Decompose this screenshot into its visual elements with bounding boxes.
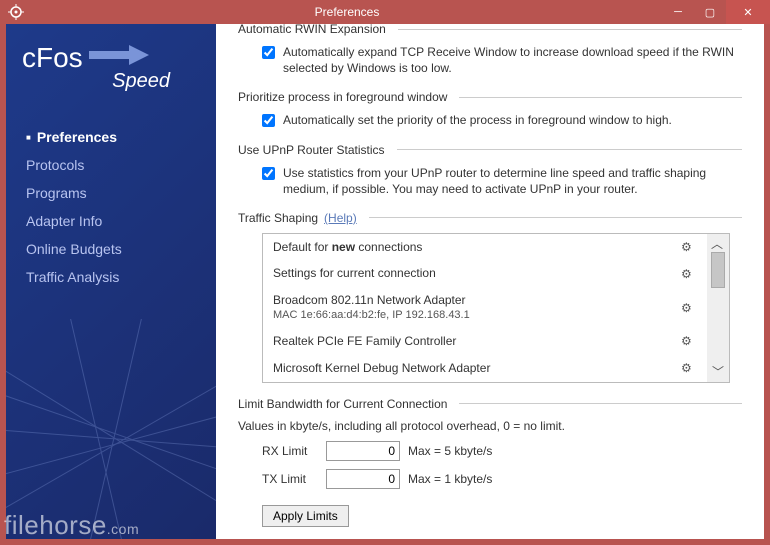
- rx-limit-row: RX Limit Max = 5 kbyte/s: [238, 441, 742, 461]
- gear-icon[interactable]: ⚙: [681, 361, 697, 375]
- shaping-header-text: Traffic Shaping: [238, 211, 318, 225]
- logo: cFos Speed: [6, 24, 216, 103]
- rx-label: RX Limit: [262, 444, 318, 458]
- scrollbar[interactable]: ︿ ﹀: [707, 234, 729, 382]
- scroll-thumb[interactable]: [711, 252, 725, 288]
- rx-max: Max = 5 kbyte/s: [408, 444, 492, 458]
- rwin-checkbox[interactable]: [262, 46, 275, 59]
- close-button[interactable]: ✕: [726, 0, 770, 24]
- rwin-checkbox-row: Automatically expand TCP Receive Window …: [238, 44, 742, 76]
- section-rwin-header: Automatic RWIN Expansion: [238, 24, 742, 36]
- nav-protocols[interactable]: Protocols: [26, 151, 216, 179]
- adapter-row-realtek[interactable]: Realtek PCIe FE Family Controller ⚙: [263, 328, 707, 354]
- logo-text-top: cFos: [22, 42, 83, 74]
- minimize-button[interactable]: ─: [662, 0, 694, 24]
- gear-icon[interactable]: ⚙: [681, 267, 697, 281]
- upnp-label: Use statistics from your UPnP router to …: [283, 165, 742, 197]
- adapter-row-current[interactable]: Settings for current connection ⚙: [263, 260, 707, 286]
- shaping-help-link[interactable]: (Help): [324, 211, 357, 225]
- section-bandwidth-header: Limit Bandwidth for Current Connection: [238, 397, 742, 411]
- nav-online-budgets[interactable]: Online Budgets: [26, 235, 216, 263]
- scroll-down-icon[interactable]: ﹀: [712, 366, 724, 378]
- gear-icon[interactable]: ⚙: [681, 301, 697, 315]
- nav: Preferences Protocols Programs Adapter I…: [6, 123, 216, 291]
- foreground-checkbox-row: Automatically set the priority of the pr…: [238, 112, 742, 128]
- adapter-list: Default for new connections ⚙ Settings f…: [263, 234, 707, 382]
- upnp-checkbox[interactable]: [262, 167, 275, 180]
- window-title: Preferences: [32, 5, 662, 19]
- titlebar: Preferences ─ ▢ ✕: [0, 0, 770, 24]
- nav-programs[interactable]: Programs: [26, 179, 216, 207]
- main-panel: Automatic RWIN Expansion Automatically e…: [216, 24, 764, 539]
- foreground-label: Automatically set the priority of the pr…: [283, 112, 742, 128]
- nav-traffic-analysis[interactable]: Traffic Analysis: [26, 263, 216, 291]
- section-upnp-header: Use UPnP Router Statistics: [238, 143, 742, 157]
- tx-label: TX Limit: [262, 472, 318, 486]
- adapter-row-default[interactable]: Default for new connections ⚙: [263, 234, 707, 260]
- scroll-up-icon[interactable]: ︿: [711, 238, 725, 250]
- sidebar: cFos Speed Preferences Protocols Program…: [6, 24, 216, 539]
- preferences-window: Preferences ─ ▢ ✕ cFos Speed Preferences…: [0, 0, 770, 545]
- arrow-icon: [89, 43, 149, 67]
- tx-input[interactable]: [326, 469, 400, 489]
- upnp-checkbox-row: Use statistics from your UPnP router to …: [238, 165, 742, 197]
- tx-limit-row: TX Limit Max = 1 kbyte/s: [238, 469, 742, 489]
- window-controls: ─ ▢ ✕: [662, 0, 770, 24]
- nav-adapter-info[interactable]: Adapter Info: [26, 207, 216, 235]
- rwin-label: Automatically expand TCP Receive Window …: [283, 44, 742, 76]
- section-shaping-header: Traffic Shaping (Help): [238, 211, 742, 225]
- adapter-row-broadcom[interactable]: Broadcom 802.11n Network Adapter MAC 1e:…: [263, 287, 707, 329]
- gear-icon[interactable]: ⚙: [681, 240, 697, 254]
- app-icon: [8, 4, 24, 20]
- decorative-lines: [6, 319, 216, 539]
- apply-limits-button[interactable]: Apply Limits: [262, 505, 349, 527]
- section-foreground-header: Prioritize process in foreground window: [238, 90, 742, 104]
- nav-preferences[interactable]: Preferences: [26, 123, 216, 151]
- adapter-list-box: Default for new connections ⚙ Settings f…: [262, 233, 730, 383]
- adapter-row-msdebug[interactable]: Microsoft Kernel Debug Network Adapter ⚙: [263, 355, 707, 381]
- tx-max: Max = 1 kbyte/s: [408, 472, 492, 486]
- bandwidth-subtext: Values in kbyte/s, including all protoco…: [238, 419, 742, 433]
- rx-input[interactable]: [326, 441, 400, 461]
- foreground-checkbox[interactable]: [262, 114, 275, 127]
- maximize-button[interactable]: ▢: [694, 0, 726, 24]
- gear-icon[interactable]: ⚙: [681, 334, 697, 348]
